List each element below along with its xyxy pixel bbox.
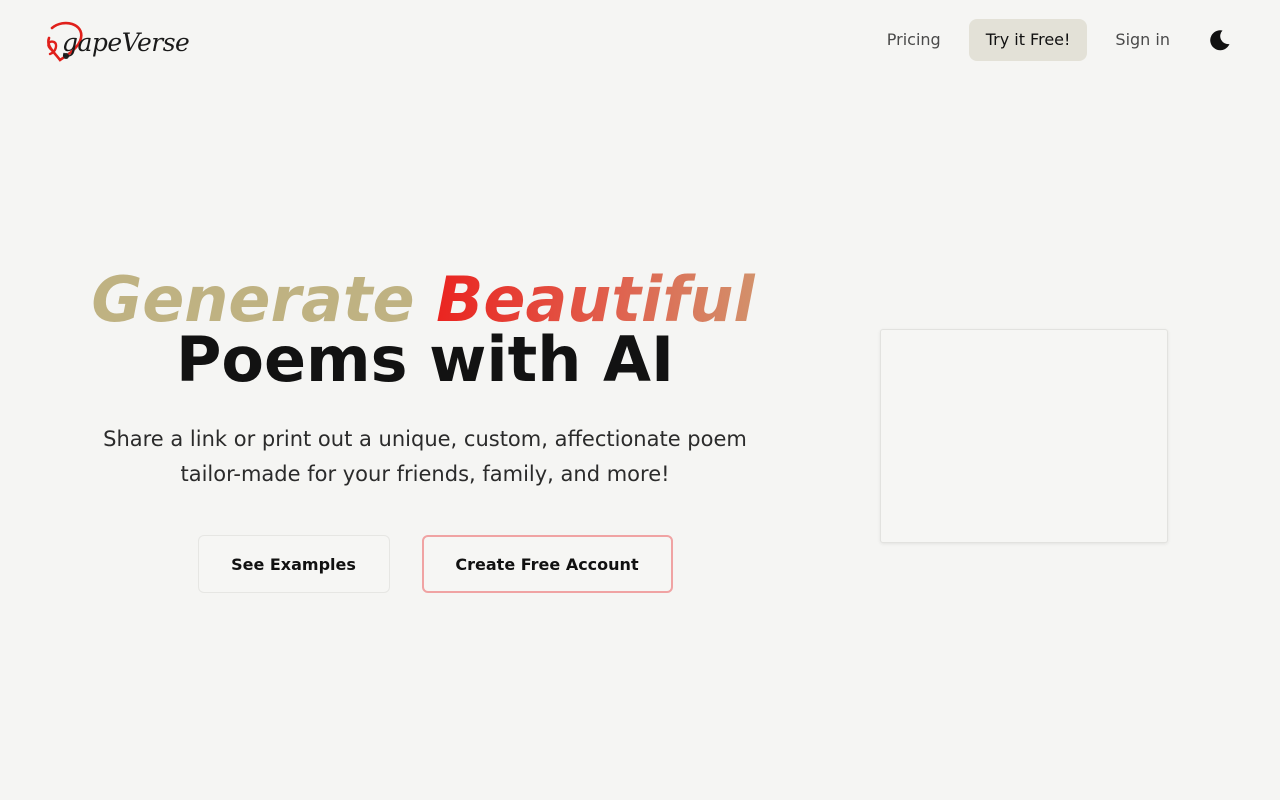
logo-text: gapeVerse bbox=[62, 28, 190, 57]
site-header: gapeVerse Pricing Try it Free! Sign in bbox=[0, 0, 1280, 80]
create-free-account-button[interactable]: Create Free Account bbox=[421, 535, 673, 593]
hero-headline: Generate Beautiful Poems with AI bbox=[60, 269, 790, 391]
hero-subtitle: Share a link or print out a unique, cust… bbox=[103, 427, 747, 486]
hero-buttons: See Examples Create Free Account bbox=[60, 535, 790, 593]
top-nav: Pricing Try it Free! Sign in bbox=[871, 19, 1232, 61]
nav-signin-link[interactable]: Sign in bbox=[1101, 19, 1184, 61]
headline-line2: Poems with AI bbox=[175, 323, 675, 396]
see-examples-button[interactable]: See Examples bbox=[197, 535, 390, 593]
nav-pricing-link[interactable]: Pricing bbox=[873, 19, 955, 61]
logo[interactable]: gapeVerse bbox=[44, 16, 194, 66]
nav-try-free-button[interactable]: Try it Free! bbox=[968, 19, 1088, 61]
hero-section: Generate Beautiful Poems with AI Share a… bbox=[60, 269, 790, 593]
poem-preview-card bbox=[880, 329, 1168, 543]
moon-icon[interactable] bbox=[1208, 28, 1232, 52]
